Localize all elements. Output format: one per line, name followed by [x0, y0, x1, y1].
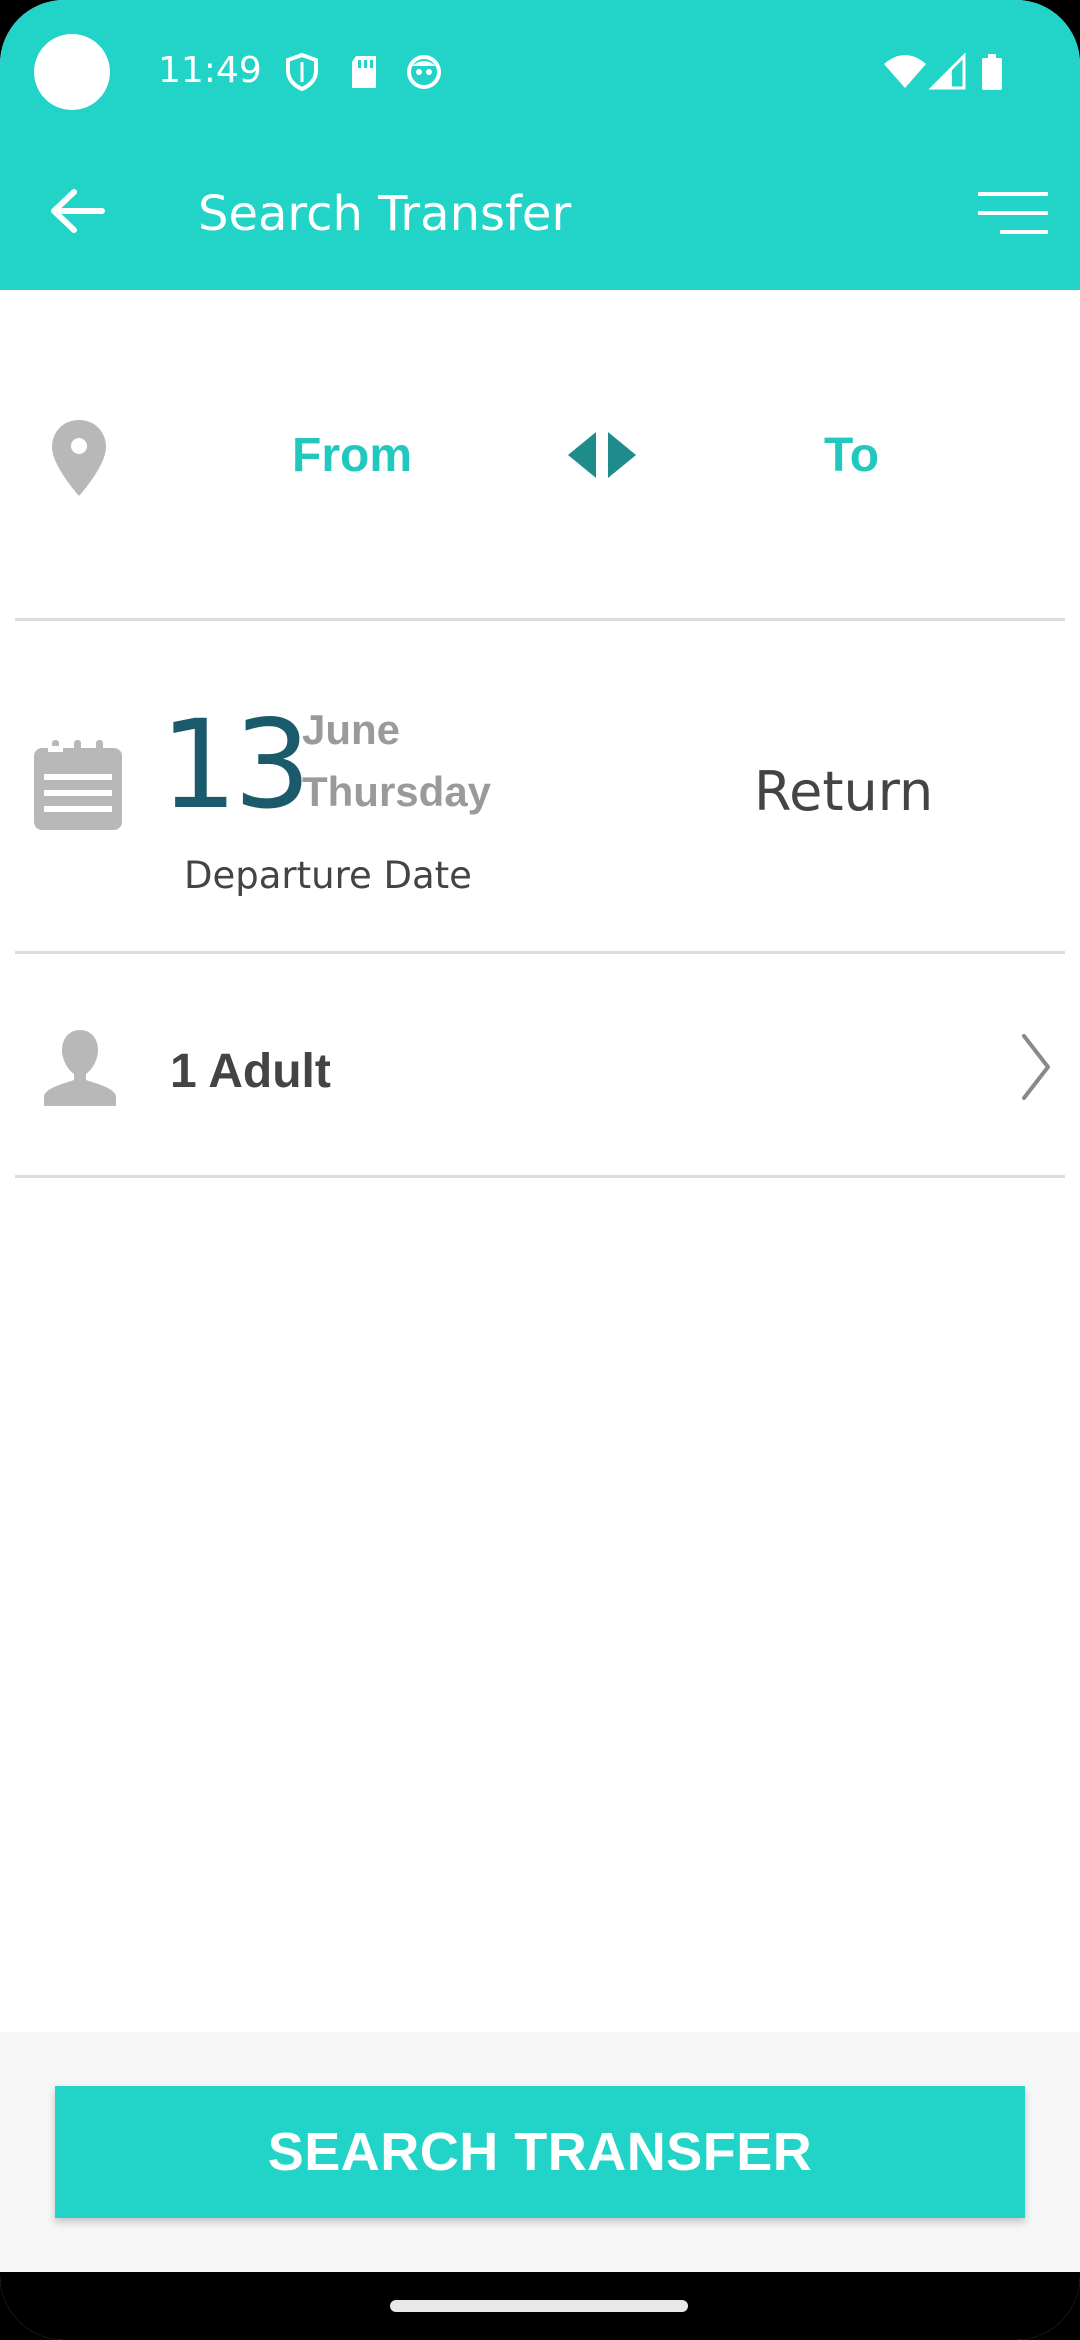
arrow-left-icon[interactable] — [48, 186, 108, 236]
swap-arrows-icon[interactable] — [566, 430, 638, 480]
battery-icon — [982, 54, 1002, 90]
chevron-right-icon — [1022, 1034, 1050, 1100]
departure-date-label: Departure Date — [184, 854, 472, 897]
home-gesture-bar[interactable] — [390, 2300, 688, 2312]
passenger-count: 1 Adult — [170, 1045, 331, 1098]
from-field[interactable]: From — [292, 428, 412, 483]
status-bar: 11:49 — [0, 0, 1080, 140]
camera-cutout — [34, 34, 110, 110]
search-transfer-button[interactable]: SEARCH TRANSFER — [55, 2086, 1025, 2218]
to-field[interactable]: To — [824, 428, 879, 483]
calendar-icon — [34, 740, 122, 830]
top-bar: 11:49 Search Transfer — [0, 0, 1080, 290]
status-time: 11:49 — [158, 50, 262, 91]
departure-day: 13 — [160, 694, 311, 836]
departure-weekday: Thursday — [302, 768, 492, 815]
face-icon — [407, 55, 441, 89]
sd-card-icon — [352, 56, 376, 88]
map-pin-icon — [52, 420, 106, 496]
person-icon — [44, 1030, 116, 1106]
shield-icon — [286, 52, 318, 92]
departure-month: June — [302, 706, 401, 753]
divider — [15, 618, 1065, 621]
wifi-icon — [884, 55, 926, 88]
return-date-button[interactable]: Return — [754, 760, 933, 823]
hamburger-menu-icon[interactable] — [978, 192, 1048, 234]
screen: 11:49 Search Transfer From To 13 June Th… — [0, 0, 1080, 2340]
divider — [15, 951, 1065, 954]
divider — [15, 1175, 1065, 1178]
signal-icon — [928, 52, 966, 90]
page-title: Search Transfer — [198, 186, 572, 242]
